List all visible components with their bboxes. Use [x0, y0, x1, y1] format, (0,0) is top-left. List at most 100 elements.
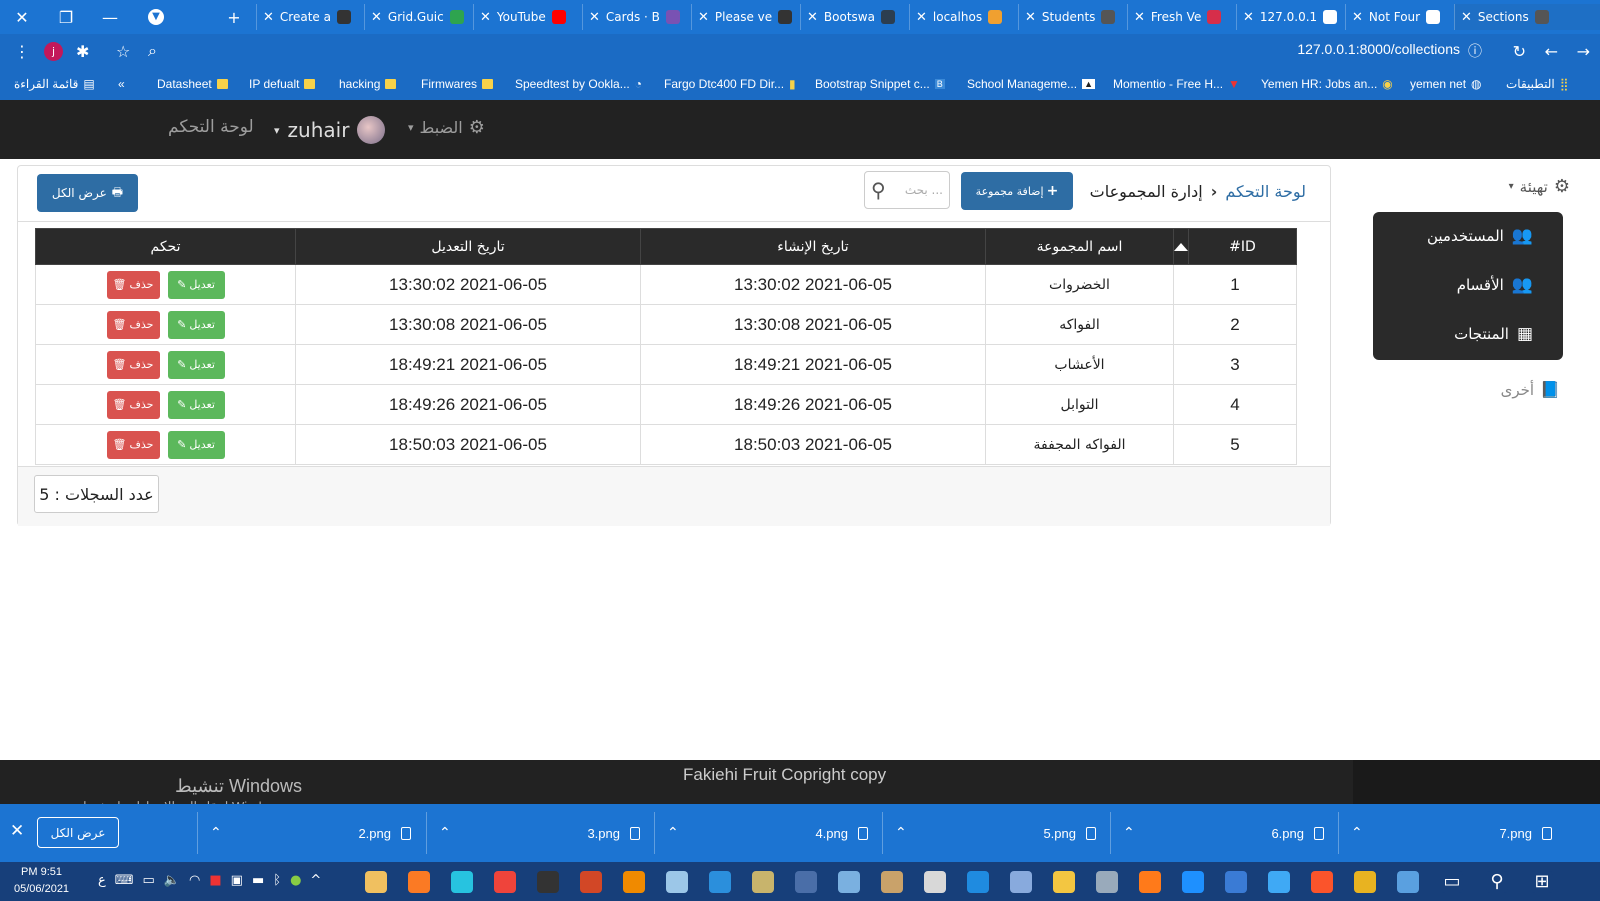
- language-indicator[interactable]: ع: [98, 873, 106, 888]
- tab-search-icon[interactable]: ▼: [134, 0, 178, 34]
- delete-button[interactable]: حذف 🗑: [106, 350, 160, 379]
- paint-icon[interactable]: [365, 871, 387, 893]
- reload-icon[interactable]: ↻: [1513, 34, 1526, 68]
- sidebar-item-products[interactable]: المنتجات ▦: [1454, 324, 1533, 344]
- bookmarks-overflow-icon[interactable]: «: [118, 68, 125, 100]
- close-tab-icon[interactable]: ✕: [1461, 10, 1472, 25]
- menu-kebab-icon[interactable]: ⋮: [14, 34, 30, 68]
- download-item[interactable]: ⌃ 5.png: [882, 812, 1108, 854]
- delete-button[interactable]: حذف 🗑: [106, 270, 160, 299]
- app-icon[interactable]: [1268, 871, 1290, 893]
- browser-tab[interactable]: ✕ Fresh Ve: [1127, 4, 1236, 30]
- vlc-icon[interactable]: [623, 871, 645, 893]
- restore-window-icon[interactable]: ❐: [44, 0, 88, 34]
- url-field[interactable]: 127.0.0.1:8000/collections: [1297, 41, 1460, 57]
- close-tab-icon[interactable]: ✕: [916, 10, 927, 25]
- edit-button[interactable]: تعديل ✎: [167, 310, 225, 339]
- powerpoint-icon[interactable]: [580, 871, 602, 893]
- firefox-icon[interactable]: [1139, 871, 1161, 893]
- downloads-show-all-button[interactable]: عرض الكل: [37, 817, 119, 848]
- wifi-icon[interactable]: ◠: [189, 873, 200, 888]
- close-tab-icon[interactable]: ✕: [698, 10, 709, 25]
- user-menu[interactable]: ▾ zuhair: [274, 116, 386, 144]
- close-tab-icon[interactable]: ✕: [1025, 10, 1036, 25]
- site-info-icon[interactable]: ⓘ: [1468, 34, 1482, 68]
- package-icon[interactable]: [881, 871, 903, 893]
- browser-tab[interactable]: ✕ Sections: [1454, 4, 1600, 30]
- download-item[interactable]: ⌃ 3.png: [426, 812, 652, 854]
- chevron-up-icon[interactable]: ⌃: [210, 825, 222, 841]
- xampp-icon[interactable]: [408, 871, 430, 893]
- bookmark-hacking[interactable]: hacking: [339, 68, 397, 100]
- app-icon[interactable]: [1225, 871, 1247, 893]
- close-tab-icon[interactable]: ✕: [1352, 10, 1363, 25]
- show-all-button[interactable]: عرض الكل 🖶: [37, 174, 138, 212]
- browser-tab[interactable]: ✕ Grid.Guic: [364, 4, 473, 30]
- download-item[interactable]: ⌃ 4.png: [654, 812, 880, 854]
- chevron-up-icon[interactable]: ⌃: [1351, 825, 1363, 841]
- tray-app-icon[interactable]: ▣: [231, 873, 243, 888]
- vscode-icon[interactable]: [709, 871, 731, 893]
- close-tab-icon[interactable]: ✕: [1243, 10, 1254, 25]
- search-icon[interactable]: ⚲: [1486, 871, 1508, 893]
- chevron-up-icon[interactable]: ^: [310, 873, 321, 888]
- start-icon[interactable]: ⊞: [1531, 871, 1553, 893]
- bookmark-ip-default[interactable]: IP defualt: [249, 68, 316, 100]
- col-header-updated[interactable]: تاريخ التعديل: [295, 228, 641, 265]
- browser-tab[interactable]: ✕ Please ve: [691, 4, 800, 30]
- breadcrumb-home[interactable]: لوحة التحكم: [1225, 182, 1306, 201]
- extensions-icon[interactable]: ✱: [76, 34, 89, 68]
- chevron-up-icon[interactable]: ⌃: [1123, 825, 1135, 841]
- close-tab-icon[interactable]: ✕: [371, 10, 382, 25]
- app-icon[interactable]: [924, 871, 946, 893]
- close-tab-icon[interactable]: ✕: [480, 10, 491, 25]
- col-header-id[interactable]: ID#: [1188, 228, 1297, 265]
- bookmark-firmwares[interactable]: Firmwares: [421, 68, 493, 100]
- chevron-up-icon[interactable]: ⌃: [895, 825, 907, 841]
- tray-app-icon[interactable]: ●: [290, 873, 301, 888]
- col-header-name[interactable]: اسم المجموعة: [985, 228, 1174, 265]
- app-icon[interactable]: [1182, 871, 1204, 893]
- sidebar-item-sections[interactable]: الأقسام 👥: [1457, 275, 1533, 295]
- folder-icon[interactable]: [1053, 871, 1075, 893]
- close-tab-icon[interactable]: ✕: [589, 10, 600, 25]
- browser-tab[interactable]: ✕ 127.0.0.1: [1236, 4, 1345, 30]
- download-item[interactable]: ⌃ 7.png: [1338, 812, 1564, 854]
- close-window-icon[interactable]: ✕: [0, 0, 44, 34]
- browser-tab[interactable]: ✕ Bootswa: [800, 4, 909, 30]
- minimize-window-icon[interactable]: —: [88, 0, 132, 34]
- bookmark-yemen-hr[interactable]: Yemen HR: Jobs an... ◉: [1261, 68, 1393, 100]
- edit-button[interactable]: تعديل ✎: [167, 270, 225, 299]
- new-tab-icon[interactable]: +: [212, 0, 256, 34]
- sort-cell[interactable]: [1173, 228, 1189, 265]
- chrome-icon[interactable]: [1354, 871, 1376, 893]
- browser-tab[interactable]: ✕ Cards · B: [582, 4, 691, 30]
- browser-tab[interactable]: ✕ YouTube: [473, 4, 582, 30]
- app-icon[interactable]: [1096, 871, 1118, 893]
- close-tab-icon[interactable]: ✕: [807, 10, 818, 25]
- keyboard-icon[interactable]: ⌨: [115, 873, 134, 888]
- anydesk-icon[interactable]: [494, 871, 516, 893]
- task-view-icon[interactable]: ▭: [1441, 871, 1463, 893]
- taskbar-clock[interactable]: PM 9:51 05/06/2021: [14, 864, 69, 898]
- brave-icon[interactable]: [1311, 871, 1333, 893]
- edge-icon[interactable]: [967, 871, 989, 893]
- browser-tab[interactable]: ✕ localhos: [909, 4, 1018, 30]
- sidebar-config-toggle[interactable]: ▾ تهيئة ⚙: [1509, 176, 1570, 197]
- app-icon[interactable]: [1397, 871, 1419, 893]
- chevron-up-icon[interactable]: ⌃: [667, 825, 679, 841]
- app-icon[interactable]: [838, 871, 860, 893]
- close-tab-icon[interactable]: ✕: [1134, 10, 1145, 25]
- back-icon[interactable]: ←: [1545, 34, 1558, 68]
- add-collection-button[interactable]: إضافة مجموعة +: [961, 172, 1073, 210]
- settings-menu[interactable]: ▾ الضبط ⚙: [408, 117, 485, 138]
- search-input[interactable]: ⚲ بحث ...: [864, 171, 950, 209]
- bookmark-speedtest[interactable]: Speedtest by Ookla... ◔: [515, 68, 642, 100]
- delete-button[interactable]: حذف 🗑: [106, 430, 160, 459]
- col-header-created[interactable]: تاريخ الإنشاء: [640, 228, 986, 265]
- delete-button[interactable]: حذف 🗑: [106, 310, 160, 339]
- bookmark-fargo[interactable]: Fargo Dtc400 FD Dir... ▮: [664, 68, 796, 100]
- browser-tab[interactable]: ✕ Create a: [256, 4, 365, 30]
- bookmark-school[interactable]: School Manageme... ▲: [967, 68, 1095, 100]
- battery-icon[interactable]: ▭: [143, 873, 155, 888]
